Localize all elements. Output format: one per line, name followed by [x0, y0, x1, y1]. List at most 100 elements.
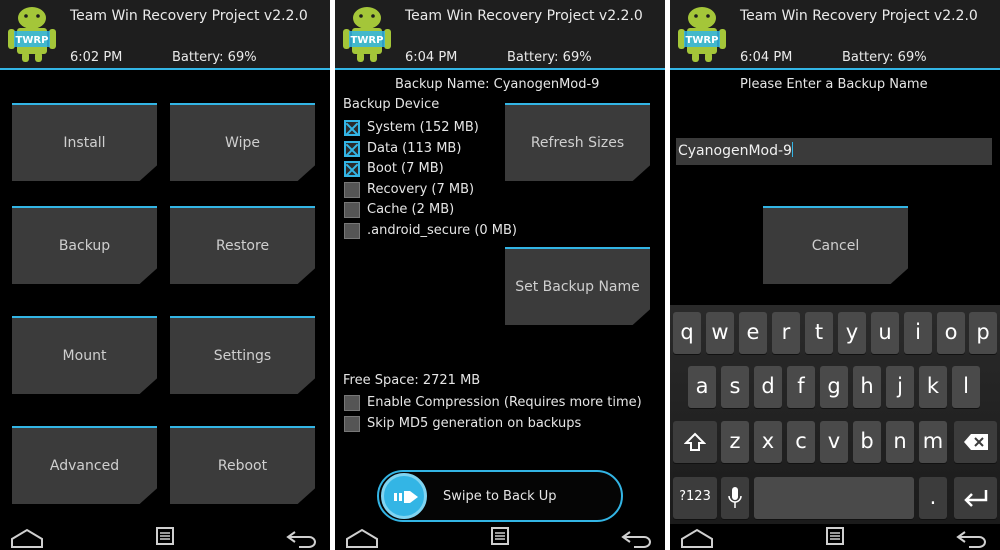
backup-button[interactable]: Backup [12, 206, 157, 284]
partition-label: Recovery (7 MB) [367, 182, 475, 197]
arrow-right-icon [394, 491, 418, 503]
key[interactable]: w [706, 312, 734, 354]
clock: 6:02 PM [70, 50, 123, 65]
key[interactable]: t [805, 312, 833, 354]
key[interactable]: q [673, 312, 701, 354]
key[interactable]: v [820, 421, 848, 463]
key[interactable]: n [886, 421, 914, 463]
install-button[interactable]: Install [12, 103, 157, 181]
status-header: TWRP Team Win Recovery Project v2.2.0 6:… [335, 0, 665, 70]
menu-icon[interactable] [825, 526, 845, 546]
key[interactable]: a [688, 366, 716, 408]
home-icon[interactable] [10, 528, 44, 548]
key[interactable]: y [838, 312, 866, 354]
key[interactable]: c [787, 421, 815, 463]
key[interactable]: p [969, 312, 997, 354]
menu-icon[interactable] [490, 526, 510, 546]
name-prompt: Please Enter a Backup Name [740, 77, 928, 92]
partition-label: System (152 MB) [367, 120, 479, 135]
svg-text:TWRP: TWRP [686, 35, 719, 46]
svg-text:TWRP: TWRP [16, 35, 49, 46]
status-header: TWRP Team Win Recovery Project v2.2.0 6:… [670, 0, 1000, 70]
cancel-button[interactable]: Cancel [763, 206, 908, 284]
key[interactable]: o [937, 312, 965, 354]
settings-button[interactable]: Settings [170, 316, 315, 394]
enter-icon [963, 490, 987, 507]
backspace-icon [963, 434, 988, 450]
backup-name-label: Backup Name: CyanogenMod-9 [395, 77, 600, 92]
back-icon[interactable] [955, 528, 987, 548]
backup-screen: TWRP Team Win Recovery Project v2.2.0 6:… [335, 0, 665, 550]
refresh-sizes-button[interactable]: Refresh Sizes [505, 103, 650, 181]
period-key[interactable]: . [919, 477, 947, 519]
reboot-button[interactable]: Reboot [170, 426, 315, 504]
clock: 6:04 PM [740, 50, 793, 65]
battery-status: Battery: 69% [842, 50, 927, 65]
key[interactable]: m [919, 421, 947, 463]
key[interactable]: d [754, 366, 782, 408]
swipe-to-backup-slider[interactable]: Swipe to Back Up [377, 470, 623, 522]
key[interactable]: b [853, 421, 881, 463]
partition-label: Data (113 MB) [367, 141, 462, 156]
key[interactable]: x [754, 421, 782, 463]
symbols-key[interactable]: ?123 [673, 477, 717, 519]
data-checkbox[interactable] [344, 141, 360, 157]
svg-text:TWRP: TWRP [351, 35, 384, 46]
enter-key[interactable] [954, 477, 997, 519]
key[interactable]: h [853, 366, 881, 408]
key[interactable]: f [787, 366, 815, 408]
key[interactable]: u [871, 312, 899, 354]
voice-input-key[interactable] [721, 477, 749, 519]
key[interactable]: i [904, 312, 932, 354]
back-icon[interactable] [285, 528, 317, 548]
key[interactable]: g [820, 366, 848, 408]
navigation-bar [335, 524, 665, 550]
backup-device-label: Backup Device [343, 97, 440, 112]
partition-label: .android_secure (0 MB) [367, 223, 517, 238]
key[interactable]: l [952, 366, 980, 408]
key[interactable]: s [721, 366, 749, 408]
back-icon[interactable] [620, 528, 652, 548]
compression-checkbox[interactable] [344, 395, 360, 411]
partition-label: Cache (2 MB) [367, 202, 455, 217]
navigation-bar [0, 524, 330, 550]
input-value: CyanogenMod-9 [678, 143, 792, 159]
menu-icon[interactable] [155, 526, 175, 546]
system-checkbox[interactable] [344, 120, 360, 136]
main-menu-screen: TWRP Team Win Recovery Project v2.2.0 6:… [0, 0, 330, 550]
space-key[interactable] [754, 477, 914, 519]
shift-icon [683, 432, 707, 451]
key[interactable]: e [739, 312, 767, 354]
battery-status: Battery: 69% [172, 50, 257, 65]
key[interactable]: k [919, 366, 947, 408]
wipe-button[interactable]: Wipe [170, 103, 315, 181]
advanced-button[interactable]: Advanced [12, 426, 157, 504]
mount-button[interactable]: Mount [12, 316, 157, 394]
partition-label: Boot (7 MB) [367, 161, 444, 176]
skip-md5-label: Skip MD5 generation on backups [367, 416, 582, 431]
restore-button[interactable]: Restore [170, 206, 315, 284]
android-secure-checkbox[interactable] [344, 223, 360, 239]
key[interactable]: z [721, 421, 749, 463]
compression-label: Enable Compression (Requires more time) [367, 395, 642, 410]
swipe-label: Swipe to Back Up [443, 489, 557, 504]
set-backup-name-button[interactable]: Set Backup Name [505, 247, 650, 325]
boot-checkbox[interactable] [344, 161, 360, 177]
key[interactable]: r [772, 312, 800, 354]
onscreen-keyboard: q w e r t y u i o p a s d f g h j k l z … [670, 305, 1000, 524]
home-icon[interactable] [680, 528, 714, 548]
key[interactable]: j [886, 366, 914, 408]
twrp-logo-icon: TWRP [8, 7, 56, 62]
cache-checkbox[interactable] [344, 202, 360, 218]
app-title: Team Win Recovery Project v2.2.0 [740, 8, 978, 24]
shift-key[interactable] [673, 421, 717, 463]
microphone-icon [728, 487, 742, 508]
backup-name-input[interactable]: CyanogenMod-9 [676, 138, 992, 165]
recovery-checkbox[interactable] [344, 182, 360, 198]
twrp-logo-icon: TWRP [678, 7, 726, 62]
skip-md5-checkbox[interactable] [344, 416, 360, 432]
swipe-handle[interactable] [381, 473, 427, 519]
delete-key[interactable] [954, 421, 997, 463]
home-icon[interactable] [345, 528, 379, 548]
text-cursor [791, 142, 793, 157]
